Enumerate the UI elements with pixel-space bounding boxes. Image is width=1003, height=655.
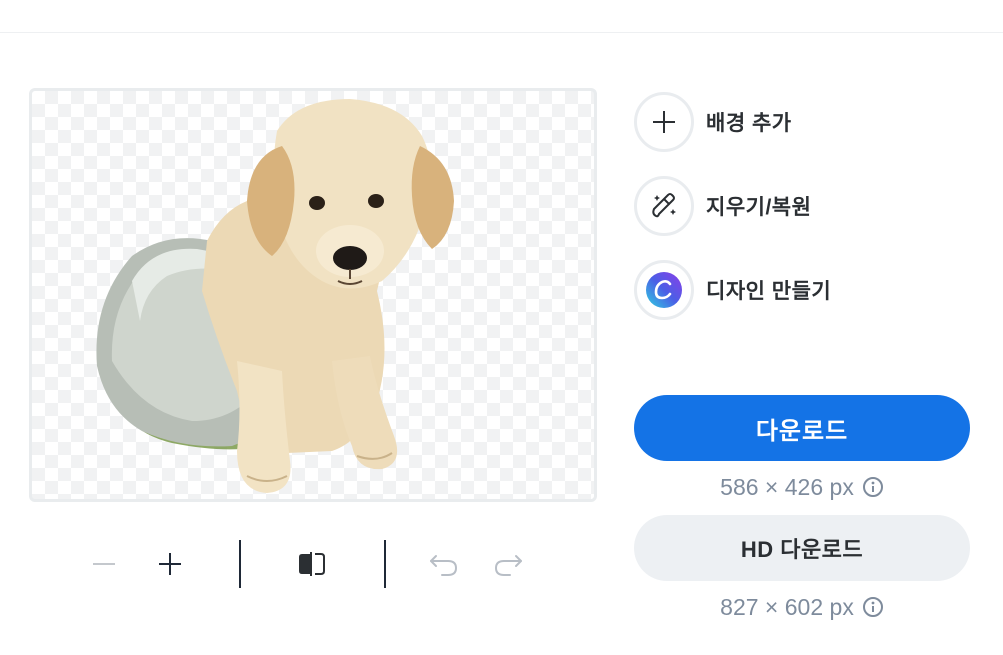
create-design-icon-circle — [634, 260, 694, 320]
top-bar — [0, 0, 1003, 33]
redo-icon — [494, 555, 522, 576]
compare-toggle-button[interactable] — [290, 538, 334, 590]
create-design-button[interactable]: 디자인 만들기 — [634, 257, 934, 323]
hd-download-size-info: 827 × 602 px — [634, 592, 970, 622]
magic-brush-icon — [652, 193, 676, 218]
erase-restore-icon-circle — [634, 176, 694, 236]
zoom-out-button[interactable] — [82, 538, 126, 590]
download-size-text: 586 × 426 px — [720, 473, 854, 500]
undo-button[interactable] — [422, 538, 466, 590]
editor-toolbar — [80, 538, 540, 590]
hd-download-size-text: 827 × 602 px — [720, 593, 854, 620]
canva-logo-icon — [646, 272, 682, 308]
toolbar-divider — [239, 540, 241, 588]
undo-icon — [430, 555, 458, 576]
redo-button[interactable] — [486, 538, 530, 590]
add-background-label: 배경 추가 — [706, 112, 792, 135]
download-button[interactable]: 다운로드 — [634, 395, 970, 461]
compare-toggle-icon — [299, 552, 325, 576]
create-design-label: 디자인 만들기 — [706, 280, 832, 303]
hd-download-button[interactable]: HD 다운로드 — [634, 515, 970, 581]
toolbar-divider — [384, 540, 386, 588]
erase-restore-label: 지우기/복원 — [706, 196, 812, 219]
zoom-in-button[interactable] — [148, 538, 192, 590]
image-preview[interactable] — [29, 88, 597, 502]
minus-icon — [93, 563, 115, 565]
erase-restore-button[interactable]: 지우기/복원 — [634, 173, 934, 239]
puppy-image — [96, 99, 454, 493]
add-background-icon-circle — [634, 92, 694, 152]
download-size-info: 586 × 426 px — [634, 472, 970, 502]
info-icon[interactable] — [862, 596, 884, 618]
plus-icon — [653, 111, 675, 133]
info-icon[interactable] — [862, 476, 884, 498]
plus-icon — [159, 553, 181, 575]
add-background-button[interactable]: 배경 추가 — [634, 89, 934, 155]
